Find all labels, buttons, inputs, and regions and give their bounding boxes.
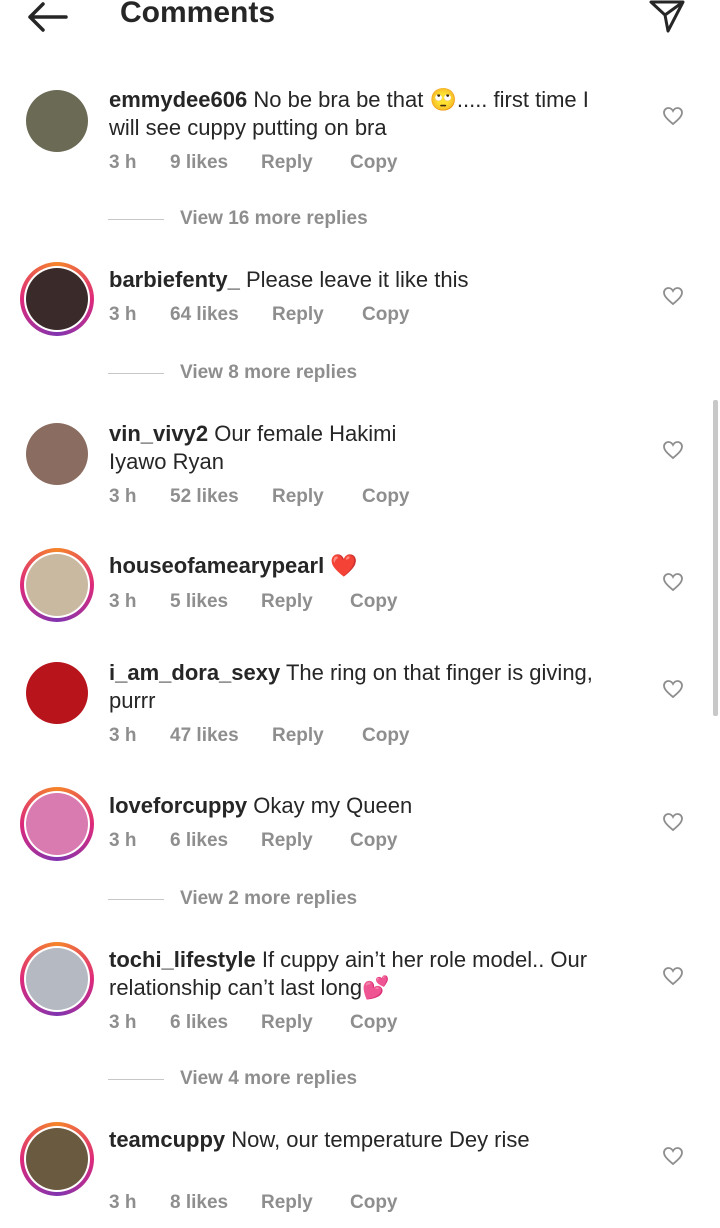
divider <box>108 1079 164 1080</box>
comment-body: Okay my Queen <box>253 793 413 818</box>
comment-likes[interactable]: 52 likes <box>170 486 239 508</box>
comment-likes[interactable]: 9 likes <box>170 152 228 174</box>
heart-icon[interactable] <box>662 679 684 699</box>
reply-button[interactable]: Reply <box>261 1012 313 1034</box>
comment-username[interactable]: loveforcuppy <box>109 793 247 818</box>
reply-button[interactable]: Reply <box>261 830 313 852</box>
comment-likes[interactable]: 8 likes <box>170 1192 228 1214</box>
heart-icon[interactable] <box>662 572 684 592</box>
comment-time: 3 h <box>109 486 137 507</box>
comment-body: ❤️ <box>330 553 358 578</box>
comment-username[interactable]: tochi_lifestyle <box>109 947 256 972</box>
copy-button[interactable]: Copy <box>350 830 398 852</box>
divider <box>108 899 164 900</box>
comment-username[interactable]: i_am_dora_sexy <box>109 660 280 685</box>
comment-text: tochi_lifestyle If cuppy ain’t her role … <box>109 946 629 1002</box>
heart-icon[interactable] <box>662 812 684 832</box>
comment-time: 3 h <box>109 725 137 746</box>
comment-time: 3 h <box>109 1012 137 1033</box>
divider <box>108 219 164 220</box>
comment-username[interactable]: emmydee606 <box>109 87 247 112</box>
comment-username[interactable]: barbiefenty_ <box>109 267 240 292</box>
copy-button[interactable]: Copy <box>350 1192 398 1214</box>
comment-time: 3 h <box>109 591 137 612</box>
comment-time: 3 h <box>109 830 137 851</box>
copy-button[interactable]: Copy <box>350 152 398 174</box>
avatar[interactable] <box>20 84 94 158</box>
comment-body-line2: will see cuppy putting on bra <box>109 115 387 140</box>
scrollbar[interactable] <box>713 400 718 716</box>
reply-button[interactable]: Reply <box>272 725 324 747</box>
copy-button[interactable]: Copy <box>362 725 410 747</box>
comment-time: 3 h <box>109 152 137 173</box>
comment-text: i_am_dora_sexy The ring on that finger i… <box>109 659 629 715</box>
comment-body-line2: Iyawo Ryan <box>109 449 224 474</box>
divider <box>108 373 164 374</box>
comment-username[interactable]: vin_vivy2 <box>109 421 208 446</box>
avatar[interactable] <box>20 787 94 861</box>
heart-icon[interactable] <box>662 440 684 460</box>
comment-time: 3 h <box>109 304 137 325</box>
copy-button[interactable]: Copy <box>350 591 398 613</box>
comment-likes[interactable]: 6 likes <box>170 1012 228 1034</box>
comment-body: No be bra be that 🙄..... first time I <box>253 87 589 112</box>
avatar[interactable] <box>20 656 94 730</box>
avatar[interactable] <box>20 1122 94 1196</box>
reply-button[interactable]: Reply <box>261 152 313 174</box>
header: Comments <box>0 0 720 40</box>
avatar[interactable] <box>20 262 94 336</box>
avatar[interactable] <box>20 417 94 491</box>
paper-plane-icon[interactable] <box>648 0 686 34</box>
reply-button[interactable]: Reply <box>261 1192 313 1214</box>
comment-text: emmydee606 No be bra be that 🙄..... firs… <box>109 86 629 142</box>
comment-likes[interactable]: 5 likes <box>170 591 228 613</box>
arrow-left-icon[interactable] <box>26 0 68 34</box>
heart-icon[interactable] <box>662 966 684 986</box>
copy-button[interactable]: Copy <box>362 304 410 326</box>
comment-body-line2: purrr <box>109 688 156 713</box>
reply-button[interactable]: Reply <box>261 591 313 613</box>
heart-icon[interactable] <box>662 1146 684 1166</box>
heart-icon[interactable] <box>662 286 684 306</box>
comment-text: loveforcuppy Okay my Queen <box>109 792 629 820</box>
copy-button[interactable]: Copy <box>362 486 410 508</box>
comment-text: barbiefenty_ Please leave it like this <box>109 266 629 294</box>
comment-likes[interactable]: 47 likes <box>170 725 239 747</box>
comment-time: 3 h <box>109 1192 137 1213</box>
avatar[interactable] <box>20 942 94 1016</box>
comment-body: If cuppy ain’t her role model.. Our <box>261 947 588 972</box>
reply-button[interactable]: Reply <box>272 304 324 326</box>
comment-username[interactable]: teamcuppy <box>109 1127 225 1152</box>
comment-likes[interactable]: 64 likes <box>170 304 239 326</box>
comment-text: vin_vivy2 Our female Hakimi Iyawo Ryan <box>109 420 629 476</box>
comment-text: houseofamearypearl ❤️ <box>109 552 629 580</box>
reply-button[interactable]: Reply <box>272 486 324 508</box>
comment-body: Our female Hakimi <box>214 421 397 446</box>
comment-text: teamcuppy Now, our temperature Dey rise <box>109 1126 629 1154</box>
comment-username[interactable]: houseofamearypearl <box>109 553 324 578</box>
avatar[interactable] <box>20 548 94 622</box>
comment-body-line2: relationship can’t last long💕 <box>109 975 390 1000</box>
heart-icon[interactable] <box>662 106 684 126</box>
page-title: Comments <box>120 0 276 29</box>
comment-likes[interactable]: 6 likes <box>170 830 228 852</box>
comment-body: Please leave it like this <box>245 267 469 292</box>
copy-button[interactable]: Copy <box>350 1012 398 1034</box>
comment-body: The ring on that finger is giving, <box>285 660 593 685</box>
comment-body: Now, our temperature Dey rise <box>231 1127 530 1152</box>
